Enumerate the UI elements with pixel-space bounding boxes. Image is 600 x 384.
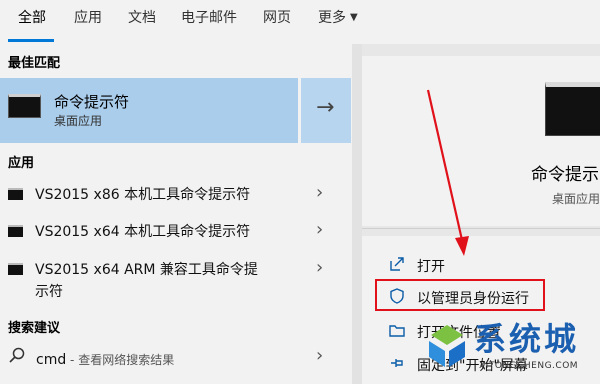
tab-email[interactable]: 电子邮件 <box>181 7 237 27</box>
tab-documents[interactable]: 文档 <box>128 7 156 27</box>
best-match-subtitle: 桌面应用 <box>54 114 103 128</box>
watermark-logo <box>429 325 465 367</box>
suggestion-query: cmd <box>36 352 67 368</box>
tab-all[interactable]: 全部 <box>18 7 46 27</box>
open-icon <box>390 257 404 271</box>
app-item-label-line2: 示符 <box>35 284 63 300</box>
cmd-icon <box>8 188 23 200</box>
section-best-match: 最佳匹配 <box>8 56 61 71</box>
caret-down-icon: ▼ <box>350 12 358 23</box>
detail-divider <box>362 228 600 229</box>
detail-subtitle: 桌面应用 <box>552 192 600 206</box>
detail-title: 命令提示 <box>531 165 599 185</box>
tab-apps[interactable]: 应用 <box>74 7 102 27</box>
app-item-label-line1: VS2015 x64 ARM 兼容工具命令提 <box>35 262 258 278</box>
action-open[interactable]: 打开 <box>417 256 445 276</box>
tab-more[interactable]: 更多 ▼ <box>318 7 358 27</box>
search-icon <box>9 347 25 363</box>
folder-icon <box>389 325 405 337</box>
section-search-suggestions: 搜索建议 <box>8 321 61 336</box>
app-item-label: VS2015 x64 本机工具命令提示符 <box>35 224 251 240</box>
best-match-title: 命令提示符 <box>54 93 130 111</box>
arrow-right-icon: → <box>316 95 335 120</box>
app-item-label: VS2015 x86 本机工具命令提示符 <box>35 187 251 203</box>
annotation-highlight-box <box>375 279 545 311</box>
pane-divider <box>352 44 362 384</box>
search-scope-tabs: 全部 应用 文档 电子邮件 网页 更多 ▼ <box>0 0 600 44</box>
cmd-icon <box>8 263 23 275</box>
chevron-right-icon[interactable]: › <box>316 182 323 203</box>
suggestion-item[interactable]: cmd - 查看网络搜索结果 <box>36 351 174 368</box>
active-tab-indicator <box>8 39 54 42</box>
app-item-vs2015-x64-arm[interactable]: VS2015 x64 ARM 兼容工具命令提 示符 › <box>0 252 352 302</box>
best-match-expand-button[interactable]: → <box>301 78 351 143</box>
cmd-icon <box>8 225 23 237</box>
chevron-right-icon[interactable]: › <box>316 345 323 366</box>
chevron-right-icon[interactable]: › <box>316 219 323 240</box>
cmd-large-icon <box>545 82 600 136</box>
tab-more-label: 更多 <box>318 10 346 26</box>
app-item-vs2015-x86[interactable]: VS2015 x86 本机工具命令提示符 › <box>0 177 352 211</box>
section-apps: 应用 <box>8 156 35 171</box>
cmd-icon <box>8 94 41 118</box>
watermark-text: 系统城 <box>474 320 580 358</box>
pin-icon <box>391 359 403 367</box>
suggestion-note: - 查看网络搜索结果 <box>66 353 175 367</box>
tab-web[interactable]: 网页 <box>263 7 291 27</box>
best-match-item[interactable] <box>0 78 298 143</box>
watermark-url: XITONGCHENG.COM <box>479 361 579 371</box>
chevron-right-icon[interactable]: › <box>316 257 323 278</box>
app-item-vs2015-x64[interactable]: VS2015 x64 本机工具命令提示符 › <box>0 214 352 248</box>
